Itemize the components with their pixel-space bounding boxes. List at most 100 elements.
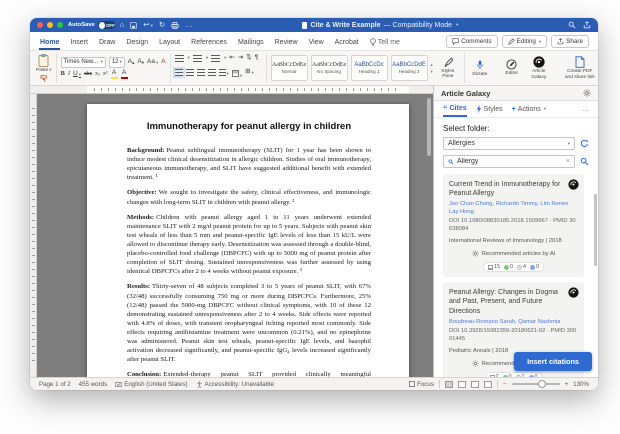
clear-formatting-button[interactable]: A <box>161 59 165 66</box>
format-painter-icon[interactable] <box>40 75 48 82</box>
subscript-button[interactable]: x₂ <box>95 72 100 78</box>
zoom-level[interactable]: 130% <box>573 381 589 388</box>
outline-view-button[interactable] <box>471 381 479 388</box>
styles-scroll[interactable]: ▴ ▾ <box>431 62 433 75</box>
style-heading-1[interactable]: AaBbCcDcHeading 1 <box>351 55 388 81</box>
strikethrough-button[interactable]: abc <box>84 72 92 77</box>
tab-home[interactable]: Home <box>39 36 60 50</box>
more-commands-icon[interactable]: … <box>185 21 193 29</box>
result-card[interactable]: Current Trend in Immunotherapy for Peanu… <box>443 174 584 277</box>
tab-insert[interactable]: Insert <box>69 36 89 50</box>
font-color-button[interactable]: A <box>121 70 128 80</box>
comments-button[interactable]: Comments <box>446 35 497 48</box>
grow-font-button[interactable]: A▴ <box>128 59 135 66</box>
search-submit-icon[interactable] <box>580 157 589 166</box>
align-center-button[interactable] <box>186 69 194 76</box>
proofing-status[interactable]: English (United States) <box>115 381 187 388</box>
highlight-color-button[interactable]: A <box>111 70 118 80</box>
zoom-window-button[interactable] <box>57 22 63 28</box>
tab-draw[interactable]: Draw <box>98 36 116 50</box>
article-title[interactable]: Peanut Allergy: Changes in Dogma and Pas… <box>449 288 578 315</box>
multilevel-list-button[interactable] <box>211 55 220 62</box>
zoom-in-icon[interactable]: + <box>565 381 569 388</box>
sort-icon[interactable]: ⇅ <box>246 55 251 62</box>
tab-actions[interactable]: + Actions ▾ <box>512 101 546 117</box>
draft-view-button[interactable] <box>484 381 492 388</box>
clear-search-icon[interactable]: × <box>566 158 570 165</box>
show-paragraph-marks-icon[interactable]: ¶ <box>255 55 259 62</box>
autosave-switch[interactable]: OFF <box>98 21 115 29</box>
refresh-icon[interactable] <box>580 139 589 148</box>
font-name-select[interactable]: Times New...▾ <box>61 57 106 68</box>
numbering-button[interactable] <box>193 55 202 62</box>
zoom-out-icon[interactable]: − <box>503 381 507 388</box>
print-icon[interactable] <box>171 22 179 29</box>
zoom-slider-thumb[interactable] <box>538 380 546 388</box>
tab-acrobat[interactable]: Acrobat <box>334 36 360 50</box>
document-page[interactable]: Immunotherapy for peanut allergy in chil… <box>87 104 409 377</box>
print-layout-view-button[interactable] <box>445 381 453 388</box>
borders-button[interactable]: ⊞▾ <box>245 69 254 76</box>
metrics-pill[interactable]: 15 0 4 0 <box>483 262 544 272</box>
article-title[interactable]: Current Trend in Immunotherapy for Peanu… <box>449 180 578 198</box>
search-box[interactable]: × <box>443 155 575 168</box>
redo-icon[interactable]: ↻ <box>159 21 165 29</box>
tab-tell-me[interactable]: Tell me <box>369 35 401 50</box>
decrease-indent-icon[interactable]: ⇤ <box>229 55 234 62</box>
minimize-window-button[interactable] <box>47 22 53 28</box>
shading-button[interactable]: ▾ <box>232 64 242 82</box>
styles-pane-button[interactable]: Styles Pane <box>436 57 460 80</box>
insert-citations-button[interactable]: Insert citations <box>514 352 592 371</box>
editing-button[interactable]: Editing ▾ <box>502 35 548 48</box>
style-normal[interactable]: AaBbCcDdEeNormal <box>271 55 308 81</box>
style-no-spacing[interactable]: AaBbCcDdEeNo Spacing <box>311 55 348 81</box>
create-pdf-button[interactable]: Create PDF and share link <box>563 56 597 80</box>
web-layout-view-button[interactable] <box>458 381 466 388</box>
share-button[interactable]: Share <box>551 35 589 48</box>
line-spacing-button[interactable]: ▾ <box>219 69 229 76</box>
article-galaxy-logo-icon[interactable] <box>568 287 579 298</box>
article-authors[interactable]: Boudreau-Romano Sarah, Qamar Nashmia <box>449 319 578 327</box>
close-window-button[interactable] <box>37 22 43 28</box>
sidebar-scrollbar[interactable] <box>594 194 597 266</box>
font-size-select[interactable]: 12▾ <box>109 57 125 68</box>
bullets-button[interactable] <box>175 55 184 62</box>
style-heading-2[interactable]: AaBbCcDdEHeading 2 <box>391 55 428 81</box>
search-input[interactable] <box>457 158 563 165</box>
search-icon[interactable] <box>568 21 576 29</box>
align-left-button[interactable] <box>175 69 183 76</box>
accessibility-status[interactable]: Accessibility: Unavailable <box>196 381 274 388</box>
page-count[interactable]: Page 1 of 2 <box>39 381 71 388</box>
tab-styles[interactable]: Styles <box>476 101 503 117</box>
superscript-button[interactable]: x² <box>103 72 108 78</box>
tab-references[interactable]: References <box>190 36 228 50</box>
bold-button[interactable]: B <box>61 71 65 78</box>
autosave-toggle[interactable]: AutoSave OFF <box>68 21 115 29</box>
undo-icon[interactable]: ↩▾ <box>143 21 153 29</box>
more-options-icon[interactable]: … <box>582 101 589 117</box>
article-galaxy-logo-icon[interactable] <box>568 179 579 190</box>
metrics-pill[interactable]: 2 0 1 0 <box>485 372 543 377</box>
tab-design[interactable]: Design <box>125 36 149 50</box>
focus-mode-button[interactable]: Focus <box>409 381 434 388</box>
gear-icon[interactable] <box>583 89 591 97</box>
underline-button[interactable]: U▾ <box>73 71 81 78</box>
shrink-font-button[interactable]: A▾ <box>137 59 144 66</box>
tab-layout[interactable]: Layout <box>158 36 181 50</box>
change-case-button[interactable]: Aa▾ <box>147 59 158 66</box>
save-icon[interactable] <box>130 22 137 29</box>
document-scrollbar[interactable] <box>427 98 431 156</box>
paste-button[interactable]: Paste▾ <box>36 54 52 73</box>
dictate-button[interactable]: Dictate <box>469 59 491 77</box>
align-right-button[interactable] <box>197 69 205 76</box>
italic-button[interactable]: I <box>68 71 70 78</box>
recommended-row[interactable]: Recommended articles by AI <box>449 250 578 257</box>
share-icon[interactable] <box>583 21 591 29</box>
editor-button[interactable]: Editor <box>502 59 522 76</box>
tab-review[interactable]: Review <box>274 36 299 50</box>
home-icon[interactable]: ⌂ <box>120 21 125 29</box>
article-galaxy-button[interactable]: Article Galaxy <box>526 56 552 80</box>
word-count[interactable]: 455 words <box>79 381 108 388</box>
article-authors[interactable]: Joo Chan Chong, Richardo Timmy, Lim Rene… <box>449 201 578 216</box>
tab-cites[interactable]: “ Cites <box>443 101 467 117</box>
